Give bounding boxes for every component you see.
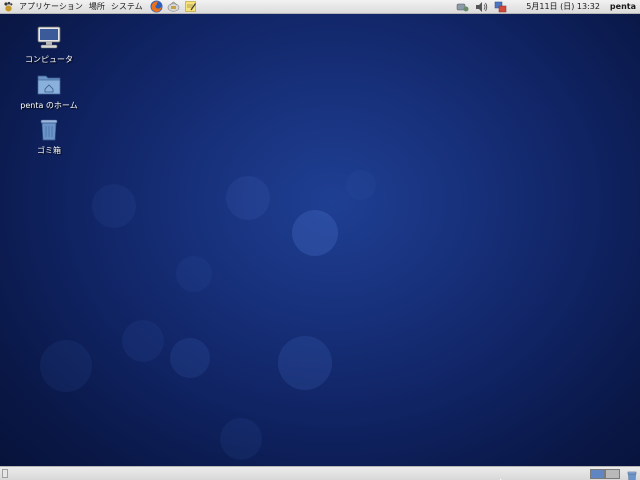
volume-icon[interactable] xyxy=(475,1,488,13)
wallpaper-bokeh xyxy=(92,184,136,228)
desktop-icon-label: ゴミ箱 xyxy=(37,146,61,155)
panel-clock[interactable]: 5月11日 (日) 13:32 xyxy=(510,1,606,12)
gnome-foot-icon[interactable] xyxy=(2,1,14,13)
menu-places[interactable]: 場所 xyxy=(86,0,108,14)
user-switcher[interactable]: penta xyxy=(606,2,640,11)
desktop-icon-computer[interactable]: コンピュータ xyxy=(14,24,84,65)
firefox-icon[interactable] xyxy=(150,0,163,13)
update-notifier-icon[interactable] xyxy=(494,1,507,13)
home-folder-icon xyxy=(35,70,63,98)
network-icon[interactable] xyxy=(456,1,469,13)
wallpaper-bokeh xyxy=(346,170,376,200)
desktop-icon-label: penta のホーム xyxy=(20,101,78,110)
wallpaper-bokeh xyxy=(292,210,338,256)
wallpaper-bokeh xyxy=(122,320,164,362)
top-panel: アプリケーション 場所 システム 5月11日 (日) 13:32 penta xyxy=(0,0,640,14)
wallpaper-bokeh xyxy=(278,336,332,390)
trash-icon xyxy=(35,115,63,143)
wallpaper-bokeh xyxy=(220,418,262,460)
trash-applet-icon[interactable] xyxy=(626,468,638,480)
desktop-icon-label: コンピュータ xyxy=(25,55,73,64)
wallpaper-bokeh xyxy=(176,256,212,292)
mouse-cursor-icon xyxy=(499,474,508,480)
desktop-icon-home[interactable]: penta のホーム xyxy=(14,70,84,111)
wallpaper-bokeh xyxy=(170,338,210,378)
mail-client-icon[interactable] xyxy=(167,0,180,13)
show-desktop-button[interactable] xyxy=(2,469,8,478)
computer-icon xyxy=(35,24,63,52)
menu-applications[interactable]: アプリケーション xyxy=(16,0,86,14)
desktop-background[interactable]: アプリケーション 場所 システム 5月11日 (日) 13:32 penta コ… xyxy=(0,0,640,480)
workspace-2[interactable] xyxy=(605,469,620,479)
wallpaper-bokeh xyxy=(226,176,270,220)
menu-system[interactable]: システム xyxy=(108,0,146,14)
wallpaper-bokeh xyxy=(40,340,92,392)
text-editor-icon[interactable] xyxy=(184,0,197,13)
workspace-1[interactable] xyxy=(590,469,605,479)
bottom-panel xyxy=(0,466,640,480)
desktop-icon-trash[interactable]: ゴミ箱 xyxy=(14,115,84,156)
